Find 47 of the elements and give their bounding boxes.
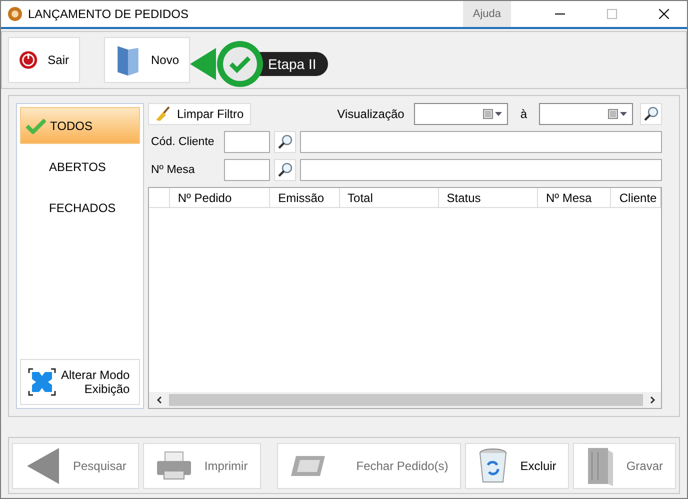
description-field[interactable] xyxy=(300,159,662,181)
broom-icon xyxy=(155,106,171,122)
close-icon xyxy=(659,9,669,19)
search-icon xyxy=(277,162,293,178)
end-date-field[interactable] xyxy=(539,103,633,125)
column-header[interactable]: Nº Mesa xyxy=(538,188,612,207)
column-header[interactable]: Total xyxy=(340,188,439,207)
calendar-dropdown-icon[interactable] xyxy=(483,109,504,119)
date-separator: à xyxy=(520,107,527,121)
expand-icon xyxy=(27,367,57,397)
window-title: LANÇAMENTO DE PEDIDOS xyxy=(28,7,190,21)
help-menu[interactable]: Ajuda xyxy=(462,1,511,27)
recycle-bin-icon xyxy=(478,448,508,484)
code-field[interactable] xyxy=(224,159,270,181)
calendar-dropdown-icon[interactable] xyxy=(608,109,628,119)
column-header[interactable]: Status xyxy=(438,188,538,207)
start-date-field[interactable] xyxy=(414,103,508,125)
app-icon xyxy=(8,7,22,21)
search-button[interactable] xyxy=(274,159,296,181)
field-label: Nº Mesa xyxy=(150,164,196,176)
search-button[interactable] xyxy=(274,131,296,153)
filter-item[interactable]: TODOS xyxy=(20,107,140,144)
tray-icon xyxy=(290,454,326,478)
search-icon xyxy=(277,134,293,150)
delete-button[interactable]: Excluir xyxy=(465,442,570,488)
step-badge-icon xyxy=(190,40,264,88)
left-arrow-icon xyxy=(25,446,61,486)
new-button[interactable]: Novo xyxy=(104,37,190,83)
check-icon xyxy=(26,118,46,134)
column-header[interactable]: Emissão xyxy=(270,188,340,207)
field-label: Cód. Cliente xyxy=(150,136,216,148)
book-icon xyxy=(586,446,614,486)
exit-button[interactable]: Sair xyxy=(8,37,80,83)
date-range-label: Visualização xyxy=(337,107,404,121)
printer-icon xyxy=(156,450,192,480)
filter-item[interactable]: ABERTOS xyxy=(20,148,140,185)
column-header[interactable]: Cliente xyxy=(611,188,662,207)
filter-item[interactable]: FECHADOS xyxy=(20,189,140,226)
horizontal-scrollbar[interactable] xyxy=(149,392,661,408)
description-field[interactable] xyxy=(300,131,662,153)
code-field[interactable] xyxy=(224,131,270,153)
column-header[interactable]: Nº Pedido xyxy=(170,188,270,207)
search-icon xyxy=(643,106,659,122)
search-button[interactable] xyxy=(640,103,662,125)
clear-filter-button[interactable]: Limpar Filtro xyxy=(148,103,251,125)
view-mode-button[interactable]: Alterar Modo Exibição xyxy=(20,359,140,405)
maximize-icon xyxy=(607,9,617,19)
